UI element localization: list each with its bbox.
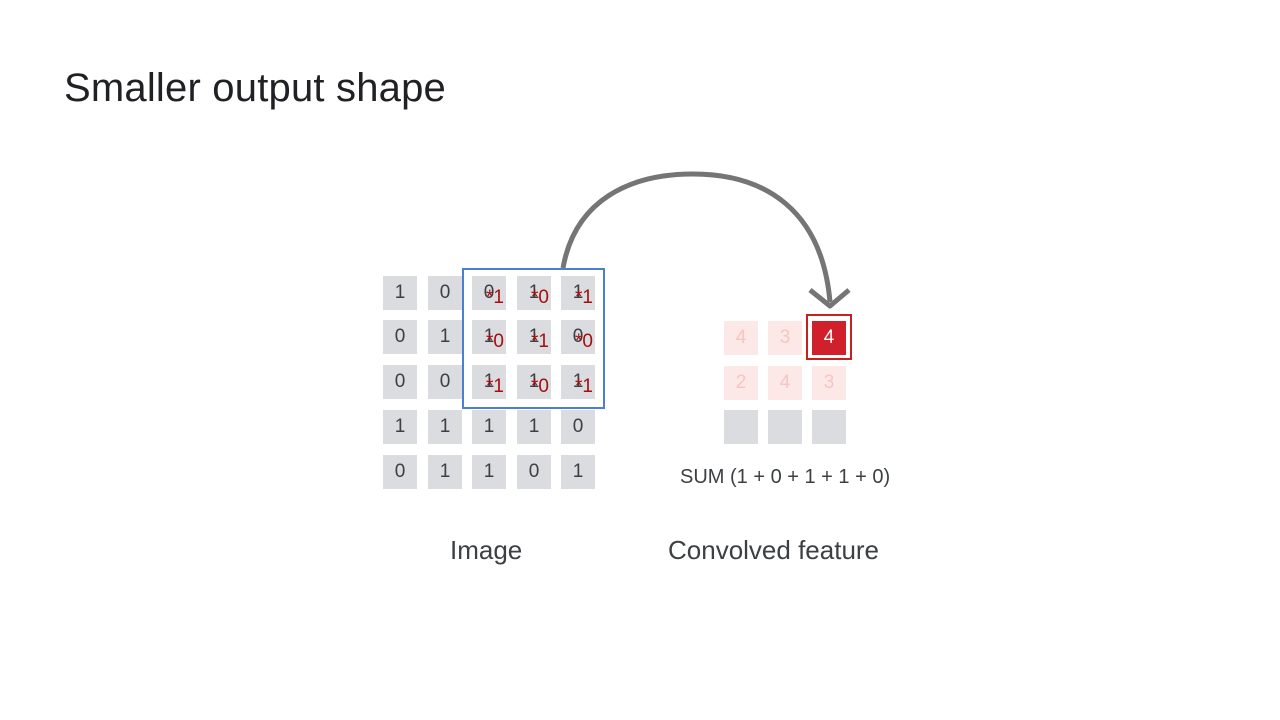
cell-value: 0 [394,326,406,347]
cell-value: 1 [439,461,451,482]
image-cell: 0 [383,365,417,399]
image-cell: 1 [472,455,506,489]
image-cell: 0 [561,410,595,444]
cell-value: 1 [394,416,406,437]
image-cell: 1 [561,455,595,489]
image-cell: 0 [517,455,551,489]
cell-value: 0 [572,416,584,437]
image-cell: 1 [517,410,551,444]
kernel-window [462,268,605,409]
output-cell [812,410,846,444]
cell-value: 1 [572,461,584,482]
output-cell: 3 [768,321,802,355]
cell-value: 0 [439,371,451,392]
output-cell: 2 [724,366,758,400]
active-output-highlight [806,314,852,360]
image-cell: 1 [383,410,417,444]
cell-value: 1 [483,461,495,482]
output-cell: 4 [768,366,802,400]
image-cell: 1 [472,410,506,444]
cell-value: 1 [439,326,451,347]
image-cell: 1 [428,410,462,444]
cell-value: 1 [394,282,406,303]
image-cell: 1 [383,276,417,310]
image-cell: 1 [428,320,462,354]
cell-value: 1 [439,416,451,437]
image-cell: 0 [383,320,417,354]
output-cell: 4 [724,321,758,355]
cell-value: 0 [394,461,406,482]
sum-formula: SUM (1 + 0 + 1 + 1 + 0) [680,466,891,488]
image-cell: 0 [428,276,462,310]
cell-value: 0 [394,371,406,392]
output-cell [768,410,802,444]
arrow-icon [560,171,851,309]
cell-value: 0 [528,461,540,482]
output-cell: 3 [812,366,846,400]
output-cell [724,410,758,444]
image-cell: 1 [428,455,462,489]
cell-value: 0 [439,282,451,303]
image-label: Image [450,535,523,565]
convolved-label: Convolved feature [668,535,880,565]
image-cell: 0 [428,365,462,399]
image-cell: 0 [383,455,417,489]
cell-value: 1 [528,416,540,437]
cell-value: 1 [483,416,495,437]
